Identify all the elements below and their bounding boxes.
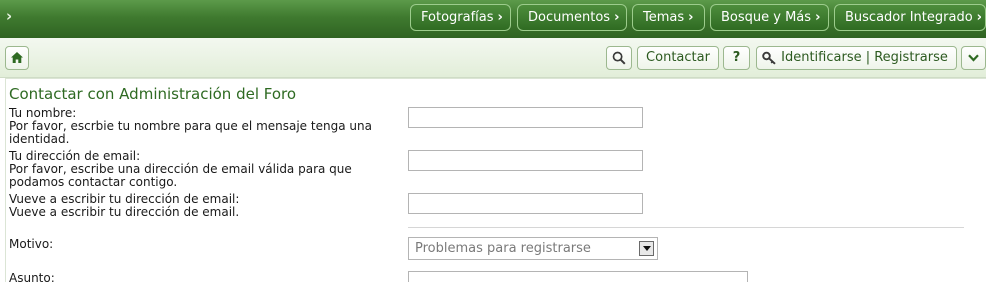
tab-fotografias[interactable]: Fotografías › [410, 4, 511, 31]
name-label-group: Tu nombre: Por favor, escrbie tu nombre … [9, 107, 404, 146]
asunto-label: Asunto: [9, 271, 55, 282]
tab-documentos[interactable]: Documentos › [517, 4, 627, 31]
tab-label: Bosque y Más [721, 10, 812, 25]
tab-bosque-y-mas[interactable]: Bosque y Más › [710, 4, 829, 31]
key-icon [762, 50, 781, 65]
tab-label: Temas [643, 10, 685, 25]
help-label: ? [732, 50, 741, 65]
tab-label: Documentos [528, 10, 611, 25]
chevron-right-icon: › [614, 10, 620, 25]
motivo-selected-value: Problemas para registrarse [415, 241, 591, 256]
menu-dropdown-button[interactable] [961, 46, 986, 70]
chevron-right-icon: › [688, 10, 694, 25]
email-label-group: Tu dirección de email: Por favor, escrib… [9, 150, 384, 189]
email-confirm-hint: Vueve a escribir tu dirección de email. [9, 205, 240, 219]
chevron-right-icon[interactable]: › [6, 7, 12, 25]
search-icon [612, 50, 626, 65]
motivo-label: Motivo: [9, 237, 54, 251]
home-button[interactable] [5, 46, 29, 70]
tab-buscador-integrado[interactable]: Buscador Integrado › [834, 4, 986, 31]
name-hint: Por favor, escrbie tu nombre para que el… [9, 119, 372, 146]
chevron-down-icon [968, 50, 979, 65]
chevron-right-icon: › [497, 10, 503, 25]
chevron-right-icon: › [976, 10, 983, 25]
email-confirm-input[interactable] [408, 193, 643, 214]
asunto-input[interactable] [408, 271, 748, 282]
search-button[interactable] [606, 46, 632, 70]
top-nav-bar: › Fotografías › Documentos › Temas › Bosque… [0, 0, 986, 38]
email-confirm-label-group: Vueve a escribir tu dirección de email: … [9, 193, 404, 219]
email-input[interactable] [408, 150, 643, 171]
toolbar: Contactar ? Identificarse | Registrarse [0, 38, 986, 78]
form-divider [408, 227, 964, 228]
motivo-select[interactable]: Problemas para registrarse [408, 237, 658, 260]
dropdown-arrow-icon[interactable] [639, 241, 654, 256]
contact-label: Contactar [646, 50, 710, 65]
tab-label: Buscador Integrado [845, 10, 973, 25]
email-hint: Por favor, escribe una dirección de emai… [9, 162, 352, 189]
contact-button[interactable]: Contactar [637, 46, 719, 70]
tab-label: Fotografías [421, 10, 494, 25]
form-title: Contactar con Administración del Foro [9, 85, 297, 103]
home-icon [10, 50, 24, 65]
name-input[interactable] [408, 107, 643, 128]
login-register-label: Identificarse | Registrarse [781, 50, 948, 65]
tab-temas[interactable]: Temas › [632, 4, 705, 31]
chevron-right-icon: › [815, 10, 821, 25]
login-register-button[interactable]: Identificarse | Registrarse [756, 46, 957, 70]
help-button[interactable]: ? [723, 46, 750, 70]
